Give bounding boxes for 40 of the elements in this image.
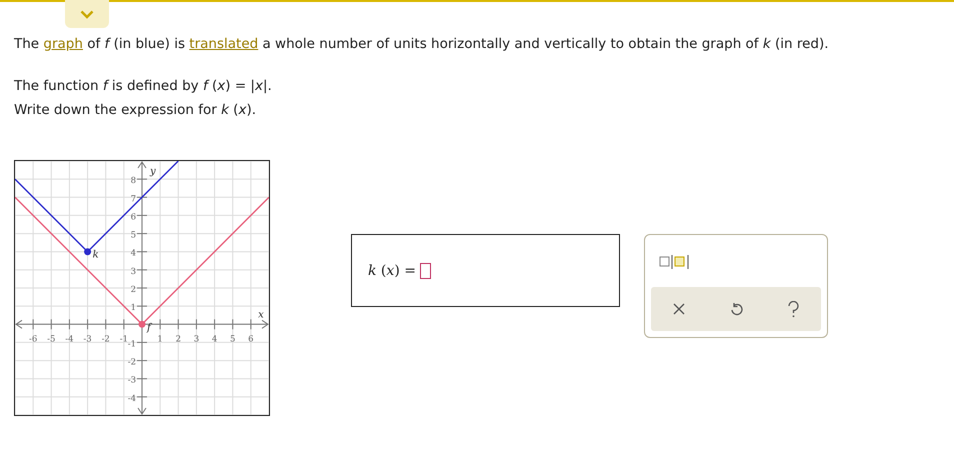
x-axis-label: x: [258, 309, 264, 320]
undo-icon: [730, 302, 743, 316]
y-tick-label: -1: [128, 339, 136, 350]
x-tick-label: -2: [102, 334, 110, 344]
y-tick-label: 4: [130, 248, 136, 259]
x-tick-label: -3: [83, 334, 92, 344]
x-tick-label: 6: [248, 334, 254, 344]
close-icon: [673, 303, 686, 315]
function-definition: The function f is defined by f (x) = |x|.: [14, 78, 273, 94]
x-tick-label: -6: [29, 334, 38, 344]
question-text: The graph of f (in blue) is translated a whole number of units horizontally and vertically to obtain the graph of k (in red).: [14, 36, 830, 52]
x-tick-label: 4: [212, 334, 218, 344]
chevron-down-icon: [80, 10, 94, 18]
y-tick-label: 7: [130, 194, 136, 204]
vertex-point[interactable]: [84, 248, 92, 256]
y-tick-label: 1: [130, 303, 136, 314]
x-tick-label: -1: [120, 334, 128, 344]
x-tick-label: 2: [176, 334, 181, 344]
y-tick-label: 8: [130, 176, 136, 186]
instruction-text: Write down the expression for k (x).: [14, 102, 258, 118]
y-tick-label: -3: [128, 376, 136, 386]
answer-input-field[interactable]: [420, 262, 431, 278]
function-label: k: [92, 250, 99, 261]
y-axis-label: y: [150, 166, 156, 177]
x-tick-label: -4: [65, 334, 74, 344]
help-icon: [788, 300, 799, 318]
y-tick-label: 6: [130, 212, 136, 222]
glossary-link[interactable]: translated: [189, 36, 258, 52]
y-tick-label: 5: [130, 230, 136, 241]
x-tick-label: 3: [194, 334, 200, 344]
y-tick-label: 2: [130, 285, 136, 295]
x-tick-label: 5: [230, 334, 236, 344]
function-label: f: [147, 322, 151, 334]
y-tick-label: -4: [128, 394, 136, 404]
y-tick-label: 3: [130, 266, 136, 277]
glossary-link[interactable]: graph: [43, 36, 83, 52]
answer-label: k (x) =: [368, 262, 416, 278]
y-tick-label: -2: [128, 358, 136, 368]
x-tick-label: -5: [47, 334, 56, 344]
x-tick-label: 1: [157, 334, 163, 344]
